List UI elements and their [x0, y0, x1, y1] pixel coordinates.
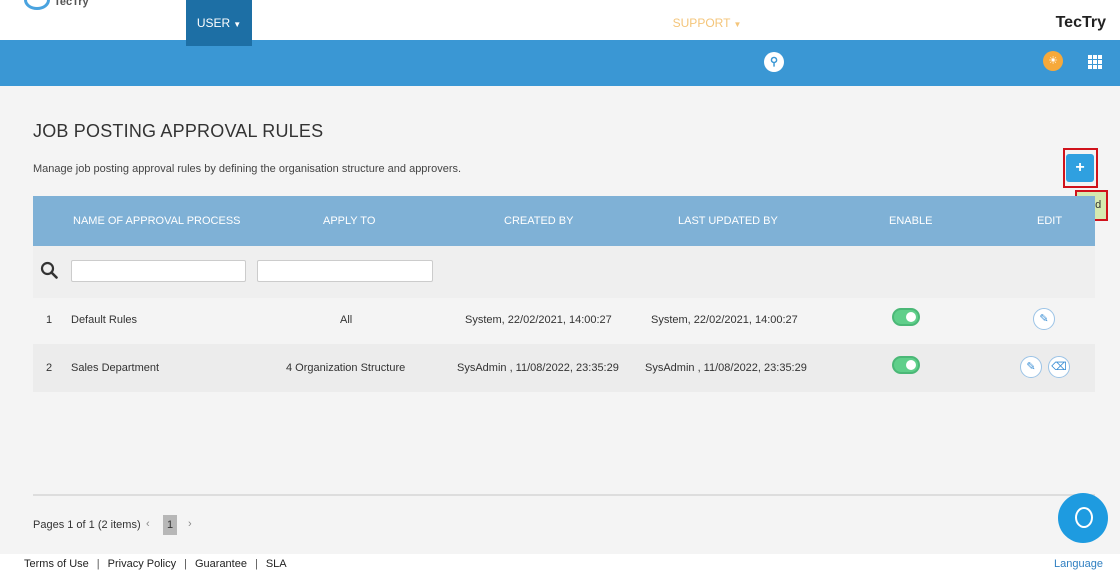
nav-report-label: REPORT [606, 16, 656, 30]
pager-prev-icon[interactable]: ‹ [146, 518, 150, 530]
privacy-link[interactable]: Privacy Policy [108, 558, 176, 570]
main-navbar [0, 40, 1120, 86]
pager-summary: Pages 1 of 1 (2 items) [33, 519, 141, 531]
divider [33, 494, 1095, 496]
nav-job-posting-label: JOB POSTING [346, 16, 428, 30]
rule-name: Sales Department [71, 362, 160, 374]
pager-next-icon[interactable]: › [188, 518, 192, 530]
table-row: 2 Sales Department 4 Organization Struct… [33, 344, 1095, 392]
col-name-header[interactable]: NAME OF APPROVAL PROCESS [73, 196, 241, 246]
nav-applicant-label: APPLICANT [521, 16, 589, 30]
nav-home-label: HOME [49, 16, 86, 30]
enable-toggle[interactable] [892, 308, 920, 326]
page-title: JOB POSTING APPROVAL RULES [33, 121, 324, 141]
edit-pencil-icon[interactable]: ✎ [1033, 308, 1055, 330]
lightbulb-icon[interactable]: ☀ [1043, 51, 1063, 71]
nav-support[interactable]: SUPPORT ▼ [672, 0, 742, 46]
apply-to: All [340, 314, 353, 326]
nav-user[interactable]: USER ▼ [186, 0, 252, 46]
nav-support-label: SUPPORT [672, 16, 731, 30]
rule-name: Default Rules [71, 314, 138, 326]
row-number: 2 [46, 362, 53, 374]
created-by: SysAdmin , 11/08/2022, 23:35:29 [457, 362, 619, 374]
nav-job-posting[interactable]: JOB POSTING [346, 0, 428, 46]
guarantee-link[interactable]: Guarantee [195, 558, 247, 570]
caret-down-icon: ▼ [733, 20, 742, 29]
language-link[interactable]: Language [1054, 558, 1103, 570]
add-rule-button[interactable]: + [1066, 154, 1094, 182]
search-help-icon[interactable]: ⚲ [764, 52, 784, 72]
nav-approval-label: APPROVAL [441, 16, 505, 30]
terms-link[interactable]: Terms of Use [24, 558, 89, 570]
col-last-updated-header[interactable]: LAST UPDATED BY [678, 196, 778, 246]
apply-to-filter-input[interactable] [257, 260, 433, 282]
search-icon [40, 261, 58, 279]
name-filter-input[interactable] [71, 260, 246, 282]
created-by: System, 22/02/2021, 14:00:27 [465, 314, 612, 326]
nav-company[interactable]: COMPANY ▼ [104, 0, 180, 46]
apply-to: 4 Organization Structure [286, 362, 406, 374]
nav-template-label: TEMPLATE [260, 16, 323, 30]
col-created-by-header[interactable]: CREATED BY [504, 196, 573, 246]
nav-home[interactable]: ⌂ HOME [30, 0, 94, 46]
delete-trash-icon[interactable]: ⌫ [1048, 356, 1070, 378]
last-updated-by: SysAdmin , 11/08/2022, 23:35:29 [645, 362, 807, 374]
footer-separator: | [254, 558, 258, 570]
chat-support-icon[interactable] [1058, 493, 1108, 543]
nav-approval[interactable]: APPROVAL [440, 0, 506, 46]
nav-report[interactable]: REPORT [604, 0, 658, 46]
row-number: 1 [46, 314, 53, 326]
caret-down-icon: ▼ [325, 20, 334, 29]
company-name: TecTry [1055, 14, 1106, 31]
sla-link[interactable]: SLA [266, 558, 287, 570]
caret-down-icon: ▼ [233, 20, 242, 29]
enable-toggle[interactable] [892, 356, 920, 374]
footer-separator: | [184, 558, 187, 570]
col-edit-header: EDIT [1037, 215, 1063, 227]
table-row: 1 Default Rules All System, 22/02/2021, … [33, 296, 1095, 344]
nav-company-label: COMPANY [106, 16, 167, 30]
nav-template[interactable]: TEMPLATE ▼ [258, 0, 336, 46]
page-description: Manage job posting approval rules by def… [33, 163, 462, 175]
caret-down-icon: ▼ [169, 20, 178, 29]
col-apply-to-header[interactable]: APPLY TO [323, 196, 375, 246]
col-enable-header: ENABLE [889, 215, 933, 227]
apps-grid-icon[interactable] [1088, 55, 1102, 69]
last-updated-by: System, 22/02/2021, 14:00:27 [651, 314, 798, 326]
footer-links: Terms of Use | Privacy Policy | Guarantee | SL… [24, 558, 287, 570]
nav-applicant[interactable]: APPLICANT [520, 0, 590, 46]
edit-pencil-icon[interactable]: ✎ [1020, 356, 1042, 378]
pager-page-1[interactable]: 1 [163, 515, 177, 535]
table-header: NAME OF APPROVAL PROCESS APPLY TO CREATE… [33, 196, 1095, 246]
nav-user-label: USER [196, 16, 231, 30]
footer-separator: | [96, 558, 100, 570]
home-icon: ⌂ [38, 16, 46, 30]
